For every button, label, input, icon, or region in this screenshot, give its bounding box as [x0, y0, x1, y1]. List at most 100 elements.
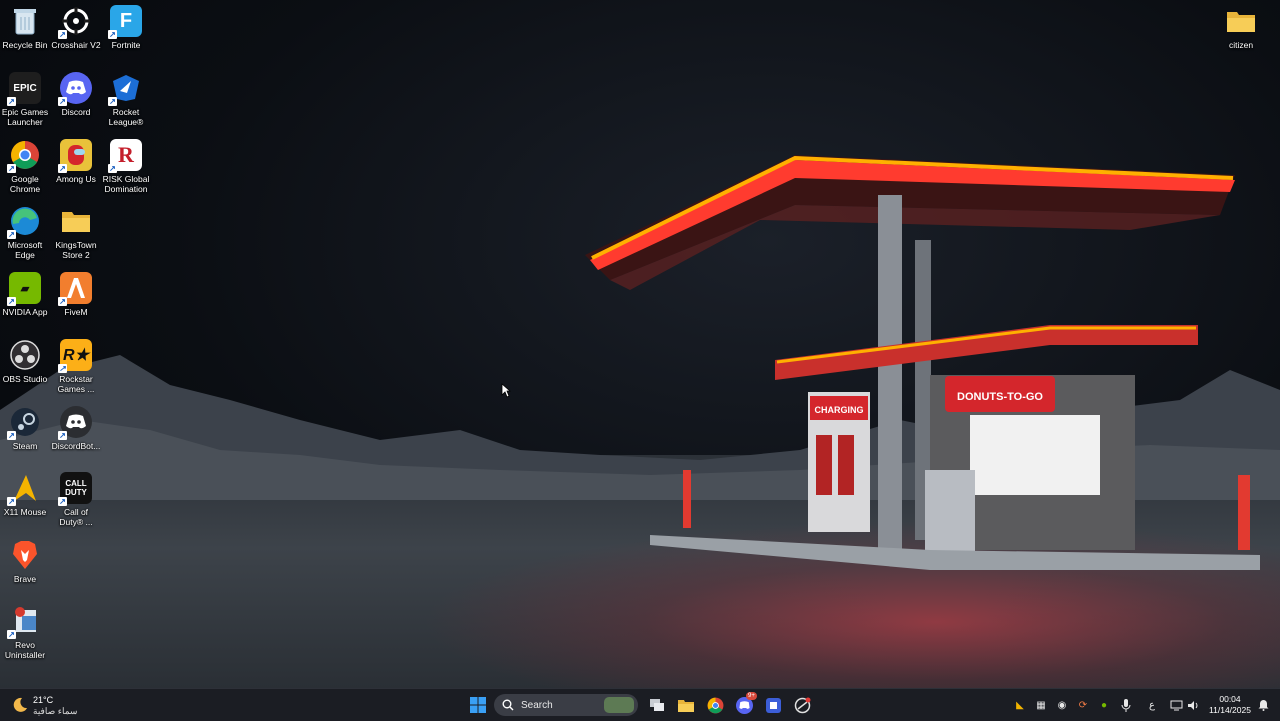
desktop-icon-label: Among Us	[56, 174, 96, 184]
folder-icon	[60, 205, 92, 237]
risk-icon: R ↗	[108, 139, 142, 173]
mouse-cursor-icon	[501, 383, 511, 398]
recycle-bin-icon	[9, 5, 41, 37]
rocket-league-icon: ↗	[108, 72, 142, 106]
app2-taskbar-button[interactable]	[790, 693, 814, 717]
obs-icon	[9, 339, 41, 371]
desktop-wallpaper: DONUTS-TO-GO CHARGING	[0, 0, 1280, 688]
moon-icon	[13, 697, 27, 712]
edge-icon: ↗	[7, 205, 41, 239]
task-view-button[interactable]	[645, 693, 669, 717]
desktop-icon-label: DiscordBot...	[51, 441, 101, 451]
rockstar-icon: R★ ↗	[58, 339, 92, 373]
task-view-icon	[650, 699, 664, 711]
desktop-icon-label: NVIDIA App	[2, 307, 48, 317]
desktop-icon-epic-games[interactable]: EPIC ↗ Epic Games Launcher	[0, 72, 50, 127]
x11-mouse-tray-icon[interactable]: ◣	[1013, 698, 1027, 712]
start-button[interactable]	[466, 693, 490, 717]
desktop-icon-recycle-bin[interactable]: Recycle Bin	[0, 5, 50, 50]
desktop-icon-nvidia-app[interactable]: ▰ ↗ NVIDIA App	[0, 272, 50, 317]
desktop-icon-label: Epic Games Launcher	[1, 107, 49, 127]
nvidia-icon: ▰ ↗	[7, 272, 41, 306]
desktop-icon-rocket-league[interactable]: ↗ Rocket League®	[101, 72, 151, 127]
discord-bot-icon: ↗	[58, 406, 92, 440]
desktop-icon-label: citizen	[1228, 40, 1254, 50]
chrome-icon	[707, 697, 723, 713]
app-taskbar-button[interactable]	[761, 693, 785, 717]
crosshair-icon: ↗	[58, 5, 92, 39]
desktop-icon-discord[interactable]: ↗ Discord	[51, 72, 101, 117]
desktop-icon-label: X11 Mouse	[3, 507, 47, 517]
desktop-icon-fivem[interactable]: ↗ FiveM	[51, 272, 101, 317]
chrome-icon: ↗	[7, 139, 41, 173]
search-icon	[502, 699, 514, 711]
store-app-icon	[765, 697, 781, 713]
fortnite-icon: F ↗	[108, 5, 142, 39]
desktop-icon-rockstar-games[interactable]: R★ ↗ Rockstar Games ...	[51, 339, 101, 394]
desktop-icon-fortnite[interactable]: F ↗ Fortnite	[101, 5, 151, 50]
desktop-icon-label: Brave	[13, 574, 37, 584]
network-icon[interactable]	[1169, 698, 1183, 712]
folder-icon	[1225, 5, 1257, 37]
clock-date: 11/14/2025	[1209, 705, 1251, 715]
desktop-icon-kingstown-store[interactable]: KingsTown Store 2	[51, 205, 101, 260]
game-app-icon	[794, 697, 810, 713]
desktop-icon-label: RISK Global Domination	[102, 174, 150, 194]
weather-desc: سماء صافية	[33, 706, 78, 716]
taskbar-search[interactable]: Search	[494, 694, 638, 716]
desktop-icon-google-chrome[interactable]: ↗ Google Chrome	[0, 139, 50, 194]
desktop-icon-label: Microsoft Edge	[7, 240, 43, 260]
volume-icon[interactable]	[1186, 698, 1200, 712]
nvidia-tray-icon[interactable]: ●	[1097, 698, 1111, 712]
epic-games-icon: EPIC ↗	[7, 72, 41, 106]
x11-mouse-icon: ↗	[7, 472, 41, 506]
desktop-icon-steam[interactable]: ↗ Steam	[0, 406, 50, 451]
desktop-icon-among-us[interactable]: ↗ Among Us	[51, 139, 101, 184]
gas-station-illustration: DONUTS-TO-GO CHARGING	[585, 155, 1260, 570]
input-language[interactable]: ع	[1145, 698, 1159, 712]
desktop-icon-brave[interactable]: Brave	[0, 539, 50, 584]
desktop-icon-label: Fortnite	[111, 40, 141, 50]
desktop-icon-revo-uninstaller[interactable]: ↗ Revo Uninstaller	[0, 605, 50, 660]
desktop-icon-label: Crosshair V2	[51, 40, 101, 50]
desktop-icon-discordbot[interactable]: ↗ DiscordBot...	[51, 406, 101, 451]
desktop-icon-x11-mouse[interactable]: ↗ X11 Mouse	[0, 472, 50, 517]
desktop-icon-label: Recycle Bin	[2, 40, 48, 50]
desktop-icon-crosshair-v2[interactable]: ↗ Crosshair V2	[51, 5, 101, 50]
desktop-icon-label: Discord	[61, 107, 91, 117]
microphone-icon[interactable]	[1119, 698, 1133, 712]
chrome-taskbar-button[interactable]	[703, 693, 727, 717]
desktop-icon-call-of-duty[interactable]: CALL DUTY ↗ Call of Duty® ...	[51, 472, 101, 527]
desktop-icon-label: Steam	[12, 441, 38, 451]
charging-sign: CHARGING	[815, 405, 864, 415]
weather-temp: 21°C	[33, 695, 54, 705]
sync-tray-icon[interactable]: ⟳	[1076, 698, 1090, 712]
brave-icon	[9, 539, 41, 571]
desktop-icon-obs-studio[interactable]: OBS Studio	[0, 339, 50, 384]
weather-widget[interactable]: 21°C سماء صافية	[10, 693, 100, 717]
discord-taskbar-button[interactable]: 9+	[732, 692, 757, 717]
among-us-icon: ↗	[58, 139, 92, 173]
desktop-icon-label: Rockstar Games ...	[57, 374, 95, 394]
search-placeholder: Search	[521, 699, 553, 711]
desktop-icon-label: OBS Studio	[2, 374, 48, 384]
desktop-icon-microsoft-edge[interactable]: ↗ Microsoft Edge	[0, 205, 50, 260]
clock-time: 00:04	[1219, 694, 1241, 704]
clock[interactable]: 00:04 11/14/2025	[1206, 694, 1254, 716]
revo-uninstaller-icon: ↗	[7, 605, 41, 639]
desktop-icon-citizen[interactable]: citizen	[1216, 5, 1266, 50]
keyboard-tray-icon[interactable]: ▦	[1034, 698, 1048, 712]
search-highlight-icon	[604, 697, 634, 713]
notification-bell-icon[interactable]	[1256, 698, 1270, 712]
steam-icon: ↗	[7, 406, 41, 440]
desktop-icon-label: FiveM	[64, 307, 88, 317]
discord-icon: ↗	[58, 72, 92, 106]
desktop-icon-label: KingsTown Store 2	[55, 240, 97, 260]
desktop-icon-risk-global-domination[interactable]: R ↗ RISK Global Domination	[101, 139, 151, 194]
file-explorer-button[interactable]	[674, 693, 698, 717]
steam-tray-icon[interactable]: ◉	[1055, 698, 1069, 712]
taskbar: 21°C سماء صافية Search 9+ ◣ ▦ ◉ ⟳ ● ع 00…	[0, 688, 1280, 721]
fivem-icon: ↗	[58, 272, 92, 306]
desktop-icon-label: Rocket League®	[108, 107, 144, 127]
desktop-icon-label: Revo Uninstaller	[4, 640, 46, 660]
